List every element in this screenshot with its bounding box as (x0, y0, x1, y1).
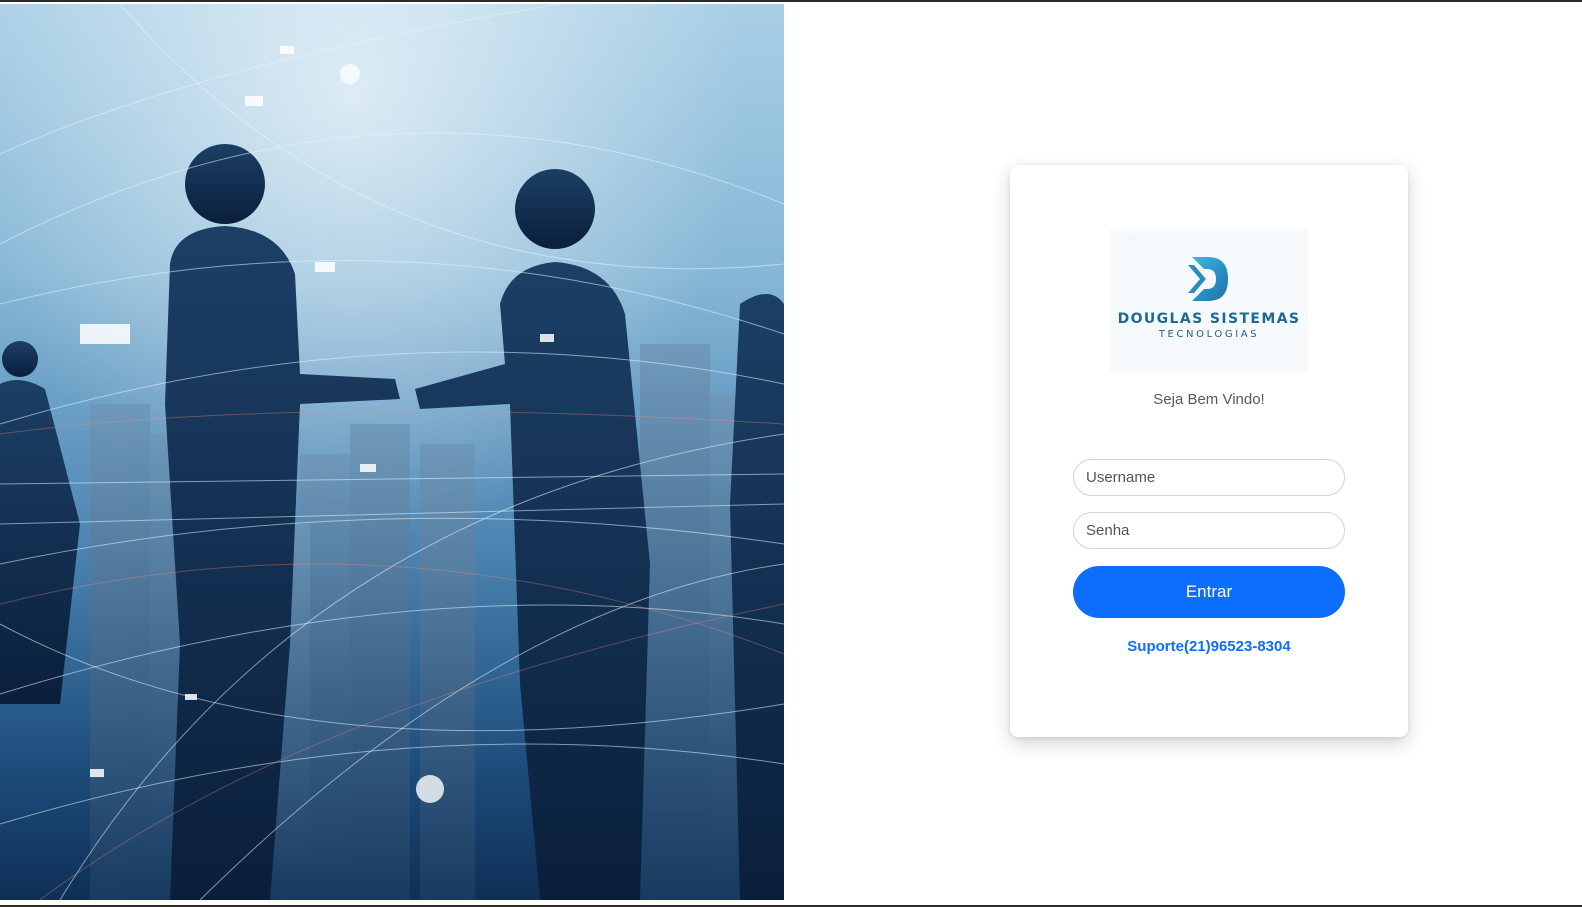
logo-watermark: ▭ (1128, 233, 1136, 242)
logo-name: DOUGLAS SISTEMAS (1117, 311, 1301, 327)
support-link[interactable]: Suporte(21)96523-8304 (1010, 638, 1408, 655)
password-input[interactable] (1073, 512, 1345, 549)
login-page: ▭ DOUGLAS SISTEMAS TECNOLOGIAS Seja Bem … (0, 0, 1582, 907)
login-card: ▭ DOUGLAS SISTEMAS TECNOLOGIAS Seja Bem … (1010, 165, 1408, 737)
username-input[interactable] (1073, 459, 1345, 496)
logo-subtitle: TECNOLOGIAS (1158, 329, 1260, 340)
hero-image (0, 4, 784, 900)
login-button[interactable]: Entrar (1073, 566, 1345, 618)
logo-chevron-icon (1188, 257, 1228, 301)
company-logo: ▭ DOUGLAS SISTEMAS TECNOLOGIAS (1110, 229, 1308, 372)
welcome-text: Seja Bem Vindo! (1153, 391, 1265, 408)
